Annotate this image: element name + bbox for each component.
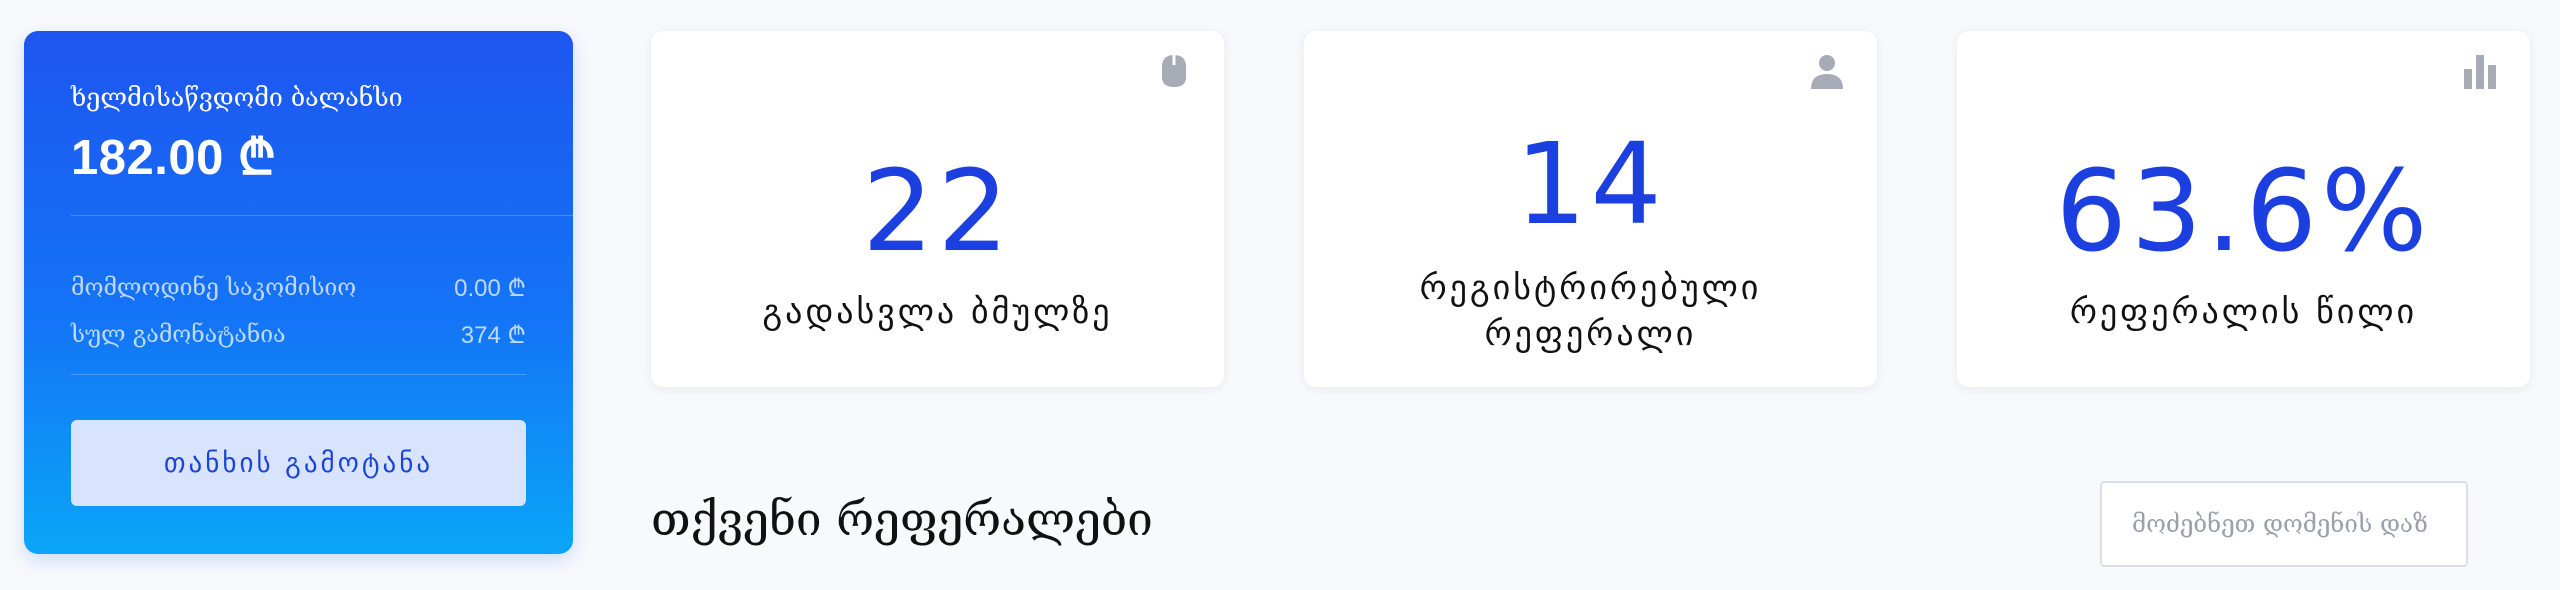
stat-card-clicks: 22 გადასვლა ბმულზე	[651, 31, 1224, 387]
balance-divider	[71, 215, 573, 216]
referrals-section-title: თქვენი რეფერალები	[651, 492, 1153, 546]
total-earned-label: სულ გამონატანია	[71, 321, 286, 348]
withdraw-button[interactable]: თანხის გამოტანა	[71, 420, 526, 506]
stat-card-registered: 14 რეგისტრირებული რეფერალი	[1304, 31, 1877, 387]
mouse-icon	[1154, 51, 1194, 91]
bar-chart-icon	[2460, 51, 2500, 91]
stat-value-registered: 14	[1515, 120, 1666, 250]
balance-card: ხელმისაწვდომი ბალანსი 182.00 ₾ მომლოდინე…	[24, 31, 573, 554]
balance-amount: 182.00 ₾	[71, 131, 277, 185]
user-icon	[1807, 51, 1847, 91]
pending-commission-label: მომლოდინე საკომისიო	[71, 274, 357, 301]
pending-commission-value: 0.00 ₾	[454, 275, 526, 302]
balance-divider-bottom	[71, 374, 526, 375]
stat-value-clicks: 22	[862, 147, 1013, 277]
domain-search-input[interactable]	[2100, 481, 2468, 567]
pending-commission-row: მომლოდინე საკომისიო 0.00 ₾	[71, 271, 526, 304]
balance-label: ხელმისაწვდომი ბალანსი	[71, 83, 403, 112]
stat-card-share: 63.6% რეფერალის წილი	[1957, 31, 2530, 387]
total-earned-row: სულ გამონატანია 374 ₾	[71, 318, 526, 351]
stat-value-share: 63.6%	[2055, 147, 2432, 277]
stat-label-clicks: გადასვლა ბმულზე	[762, 292, 1113, 332]
total-earned-value: 374 ₾	[460, 322, 526, 349]
stat-label-registered: რეგისტრირებული რეფერალი	[1419, 268, 1762, 354]
stat-label-share: რეფერალის წილი	[2069, 292, 2418, 332]
